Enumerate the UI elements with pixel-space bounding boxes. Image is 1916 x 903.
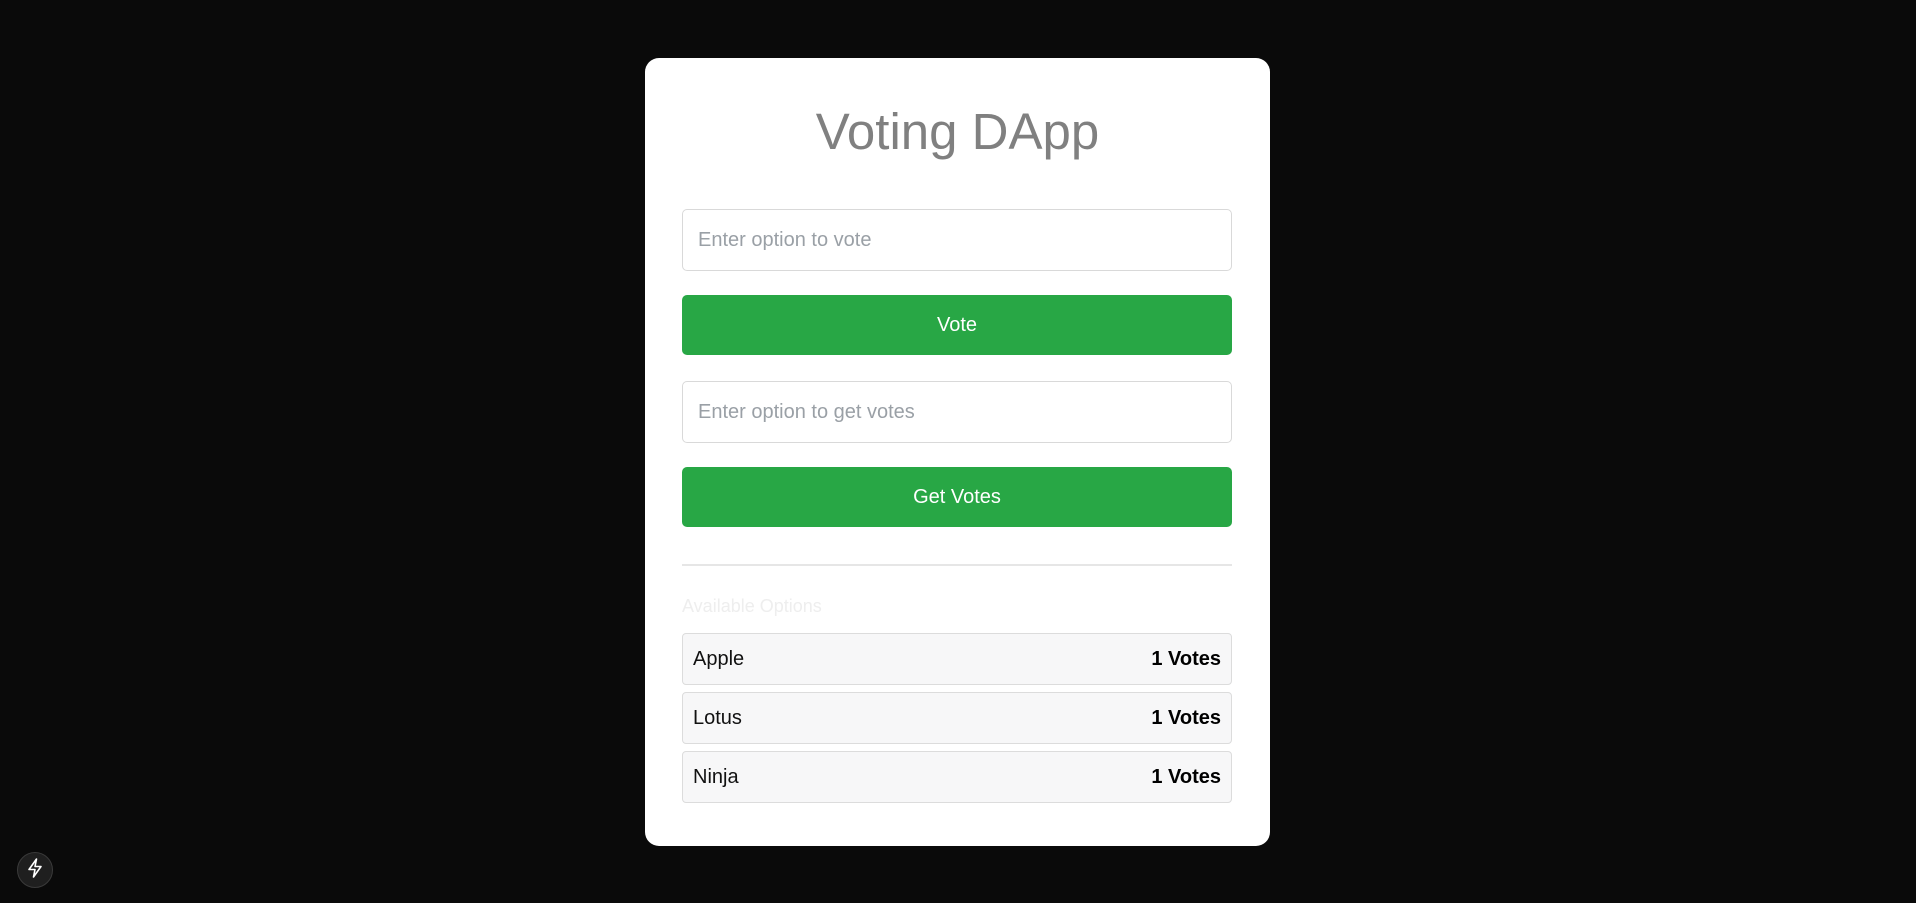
options-list: Apple 1 Votes Lotus 1 Votes Ninja 1 Vote… xyxy=(682,633,1232,810)
get-votes-button[interactable]: Get Votes xyxy=(682,467,1232,527)
option-votes: 1 Votes xyxy=(1151,706,1221,729)
voting-card: Voting DApp Vote Get Votes Available Opt… xyxy=(645,58,1270,846)
option-name: Lotus xyxy=(693,706,742,729)
dev-tools-badge[interactable] xyxy=(17,852,53,888)
page-title: Voting DApp xyxy=(815,103,1100,160)
divider xyxy=(682,564,1232,566)
option-name: Ninja xyxy=(693,765,739,788)
list-item: Apple 1 Votes xyxy=(682,633,1232,685)
available-options-heading: Available Options xyxy=(682,596,822,616)
option-name: Apple xyxy=(693,647,745,670)
vote-option-input[interactable] xyxy=(682,209,1232,271)
lightning-icon xyxy=(26,857,44,883)
get-votes-option-input[interactable] xyxy=(682,381,1232,443)
option-votes: 1 Votes xyxy=(1151,647,1221,670)
list-item: Ninja 1 Votes xyxy=(682,751,1232,803)
option-votes: 1 Votes xyxy=(1151,765,1221,788)
vote-button[interactable]: Vote xyxy=(682,295,1232,355)
list-item: Lotus 1 Votes xyxy=(682,692,1232,744)
